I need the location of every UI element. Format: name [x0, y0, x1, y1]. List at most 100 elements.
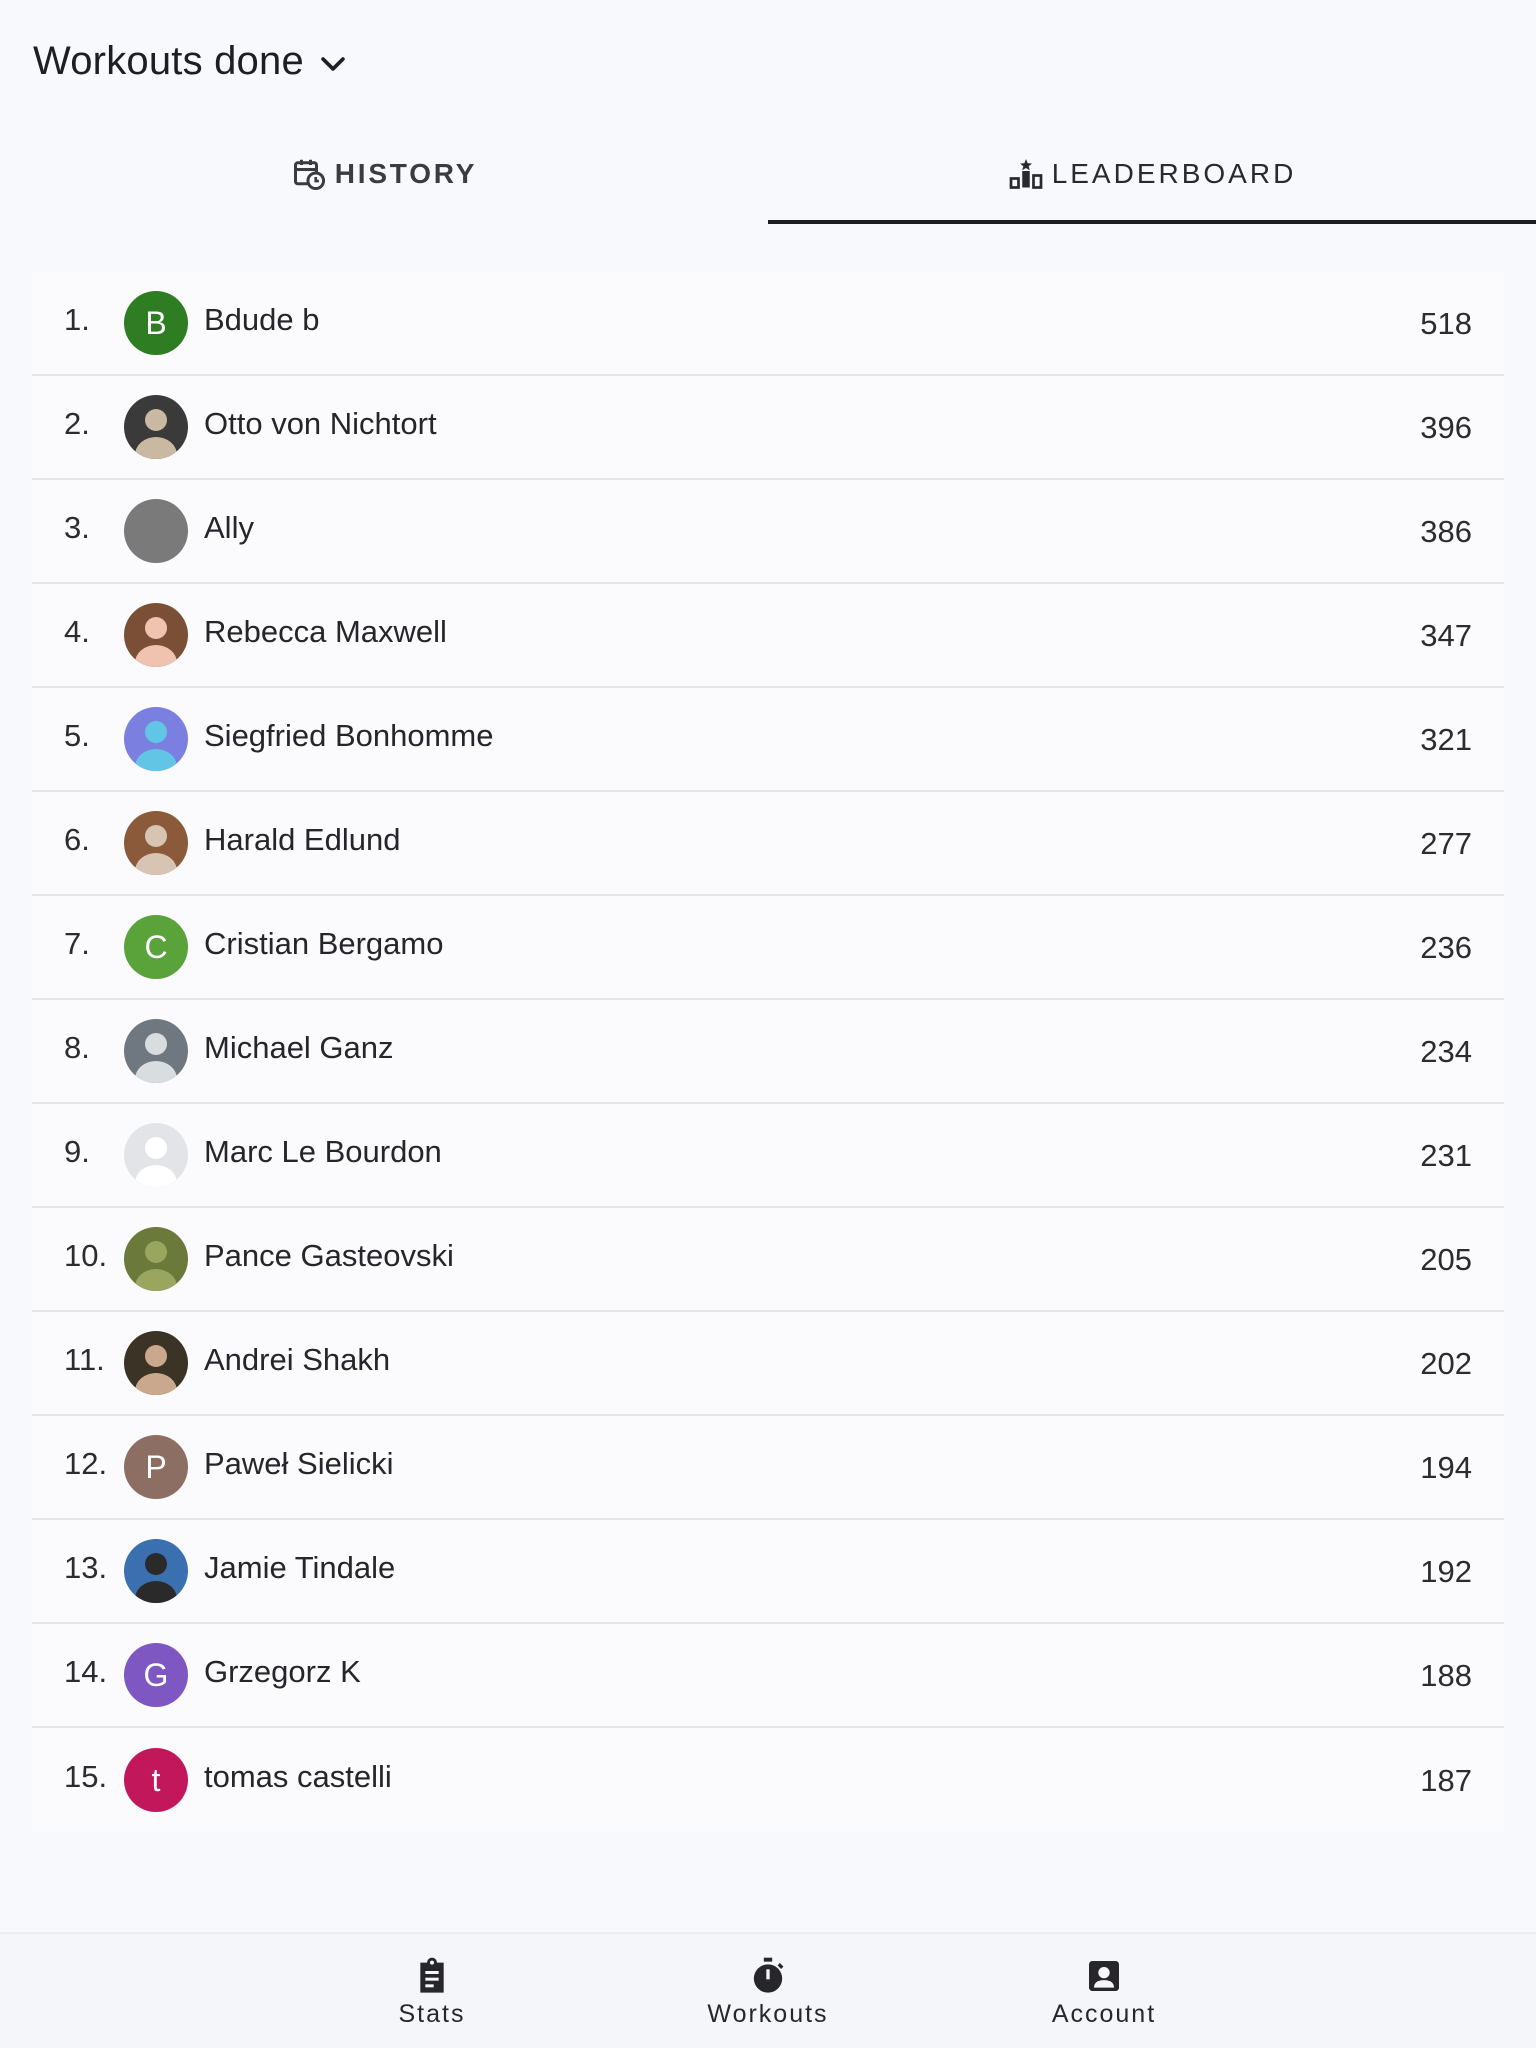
avatar-initial: t	[151, 1761, 161, 1798]
clipboard-icon	[420, 1957, 444, 1993]
workout-count: 192	[1420, 1554, 1472, 1589]
leaderboard-row[interactable]: 4. Rebecca Maxwell 347	[32, 584, 1504, 688]
page-title: Workouts done	[33, 38, 304, 83]
leaderboard-list: 1. B Bdude b 518 2. Otto von Nichtort 396 3. All…	[32, 272, 1504, 1832]
rank-number: 4.	[64, 614, 90, 649]
leaderboard-row[interactable]: 2. Otto von Nichtort 396	[32, 376, 1504, 480]
nav-account[interactable]: Account	[936, 1934, 1272, 2048]
nav-account-label: Account	[1051, 2000, 1157, 2028]
rank-number: 6.	[64, 822, 90, 857]
avatar: t	[124, 1748, 188, 1812]
leaderboard-row[interactable]: 9. Marc Le Bourdon 231	[32, 1104, 1504, 1208]
avatar	[124, 499, 188, 563]
workout-count: 202	[1420, 1346, 1472, 1381]
avatar	[124, 1123, 188, 1187]
avatar: B	[124, 291, 188, 355]
user-photo-icon	[124, 1019, 188, 1083]
leaderboard-row[interactable]: 13. Jamie Tindale 192	[32, 1520, 1504, 1624]
nav-workouts-label: Workouts	[707, 2000, 829, 2028]
workout-count: 194	[1420, 1450, 1472, 1485]
workout-count: 188	[1420, 1658, 1472, 1693]
avatar	[124, 1331, 188, 1395]
leaderboard-row[interactable]: 10. Pance Gasteovski 205	[32, 1208, 1504, 1312]
rank-number: 5.	[64, 718, 90, 753]
player-name: Marc Le Bourdon	[204, 1134, 442, 1169]
avatar	[124, 707, 188, 771]
calendar-clock-icon	[293, 159, 325, 191]
leaderboard-row[interactable]: 7. C Cristian Bergamo 236	[32, 896, 1504, 1000]
rank-number: 7.	[64, 926, 90, 961]
tab-bar: HISTORY LEADERBOARD	[0, 124, 1536, 224]
workout-count: 518	[1420, 306, 1472, 341]
rank-number: 11.	[64, 1342, 105, 1377]
player-name: Andrei Shakh	[204, 1342, 391, 1377]
bottom-navigation: Stats Workouts Account	[0, 1932, 1536, 2048]
avatar-initial: P	[145, 1448, 167, 1485]
workout-count: 321	[1420, 722, 1472, 757]
player-name: Cristian Bergamo	[204, 926, 444, 961]
workout-count: 386	[1420, 514, 1472, 549]
user-photo-icon	[124, 1227, 188, 1291]
user-photo-icon	[124, 1331, 188, 1395]
leaderboard-row[interactable]: 1. B Bdude b 518	[32, 272, 1504, 376]
player-name: Rebecca Maxwell	[204, 614, 447, 649]
player-name: Paweł Sielicki	[204, 1446, 394, 1481]
rank-number: 3.	[64, 510, 90, 545]
player-name: Grzegorz K	[204, 1654, 361, 1689]
player-name: Pance Gasteovski	[204, 1238, 454, 1273]
rank-number: 14.	[64, 1654, 108, 1689]
rank-number: 10.	[64, 1238, 108, 1273]
workout-count: 277	[1420, 826, 1472, 861]
leaderboard-row[interactable]: 3. Ally 386	[32, 480, 1504, 584]
nav-workouts[interactable]: Workouts	[600, 1934, 936, 2048]
user-photo-icon	[124, 811, 188, 875]
avatar	[124, 1539, 188, 1603]
avatar-initial: B	[145, 304, 167, 341]
leaderboard-row[interactable]: 14. G Grzegorz K 188	[32, 1624, 1504, 1728]
player-name: Siegfried Bonhomme	[204, 718, 494, 753]
user-photo-icon	[124, 603, 188, 667]
rank-number: 9.	[64, 1134, 90, 1169]
workout-count: 231	[1420, 1138, 1472, 1173]
player-name: Ally	[204, 510, 254, 545]
avatar	[124, 603, 188, 667]
avatar: G	[124, 1643, 188, 1707]
user-photo-icon	[124, 1539, 188, 1603]
tab-history[interactable]: HISTORY	[0, 124, 768, 224]
player-name: tomas castelli	[204, 1759, 392, 1794]
player-name: Michael Ganz	[204, 1030, 394, 1065]
avatar-initial: C	[144, 928, 168, 965]
leaderboard-row[interactable]: 8. Michael Ganz 234	[32, 1000, 1504, 1104]
rank-number: 8.	[64, 1030, 90, 1065]
rank-number: 12.	[64, 1446, 108, 1481]
player-name: Harald Edlund	[204, 822, 401, 857]
workout-count: 396	[1420, 410, 1472, 445]
rank-number: 2.	[64, 406, 90, 441]
account-box-icon	[1089, 1961, 1119, 1991]
workout-count: 347	[1420, 618, 1472, 653]
leaderboard-row[interactable]: 15. t tomas castelli 187	[32, 1728, 1504, 1832]
podium-icon	[1009, 159, 1043, 189]
leaderboard-row[interactable]: 6. Harald Edlund 277	[32, 792, 1504, 896]
tab-history-label: HISTORY	[334, 158, 478, 189]
leaderboard-row[interactable]: 12. P Paweł Sielicki 194	[32, 1416, 1504, 1520]
avatar	[124, 395, 188, 459]
avatar-initial: G	[143, 1656, 169, 1693]
user-photo-icon	[124, 707, 188, 771]
nav-stats[interactable]: Stats	[264, 1934, 600, 2048]
tab-leaderboard-label: LEADERBOARD	[1051, 158, 1297, 189]
default-user-icon	[124, 1123, 188, 1187]
metric-dropdown[interactable]: Workouts done	[33, 39, 350, 84]
user-photo-icon	[124, 395, 188, 459]
player-name: Otto von Nichtort	[204, 406, 437, 441]
leaderboard-row[interactable]: 11. Andrei Shakh 202	[32, 1312, 1504, 1416]
avatar: C	[124, 915, 188, 979]
workout-count: 236	[1420, 930, 1472, 965]
nav-stats-label: Stats	[398, 2000, 466, 2028]
tab-leaderboard[interactable]: LEADERBOARD	[768, 124, 1536, 224]
leaderboard-row[interactable]: 5. Siegfried Bonhomme 321	[32, 688, 1504, 792]
workout-count: 234	[1420, 1034, 1472, 1069]
player-name: Bdude b	[204, 302, 320, 337]
avatar	[124, 1019, 188, 1083]
avatar	[124, 1227, 188, 1291]
